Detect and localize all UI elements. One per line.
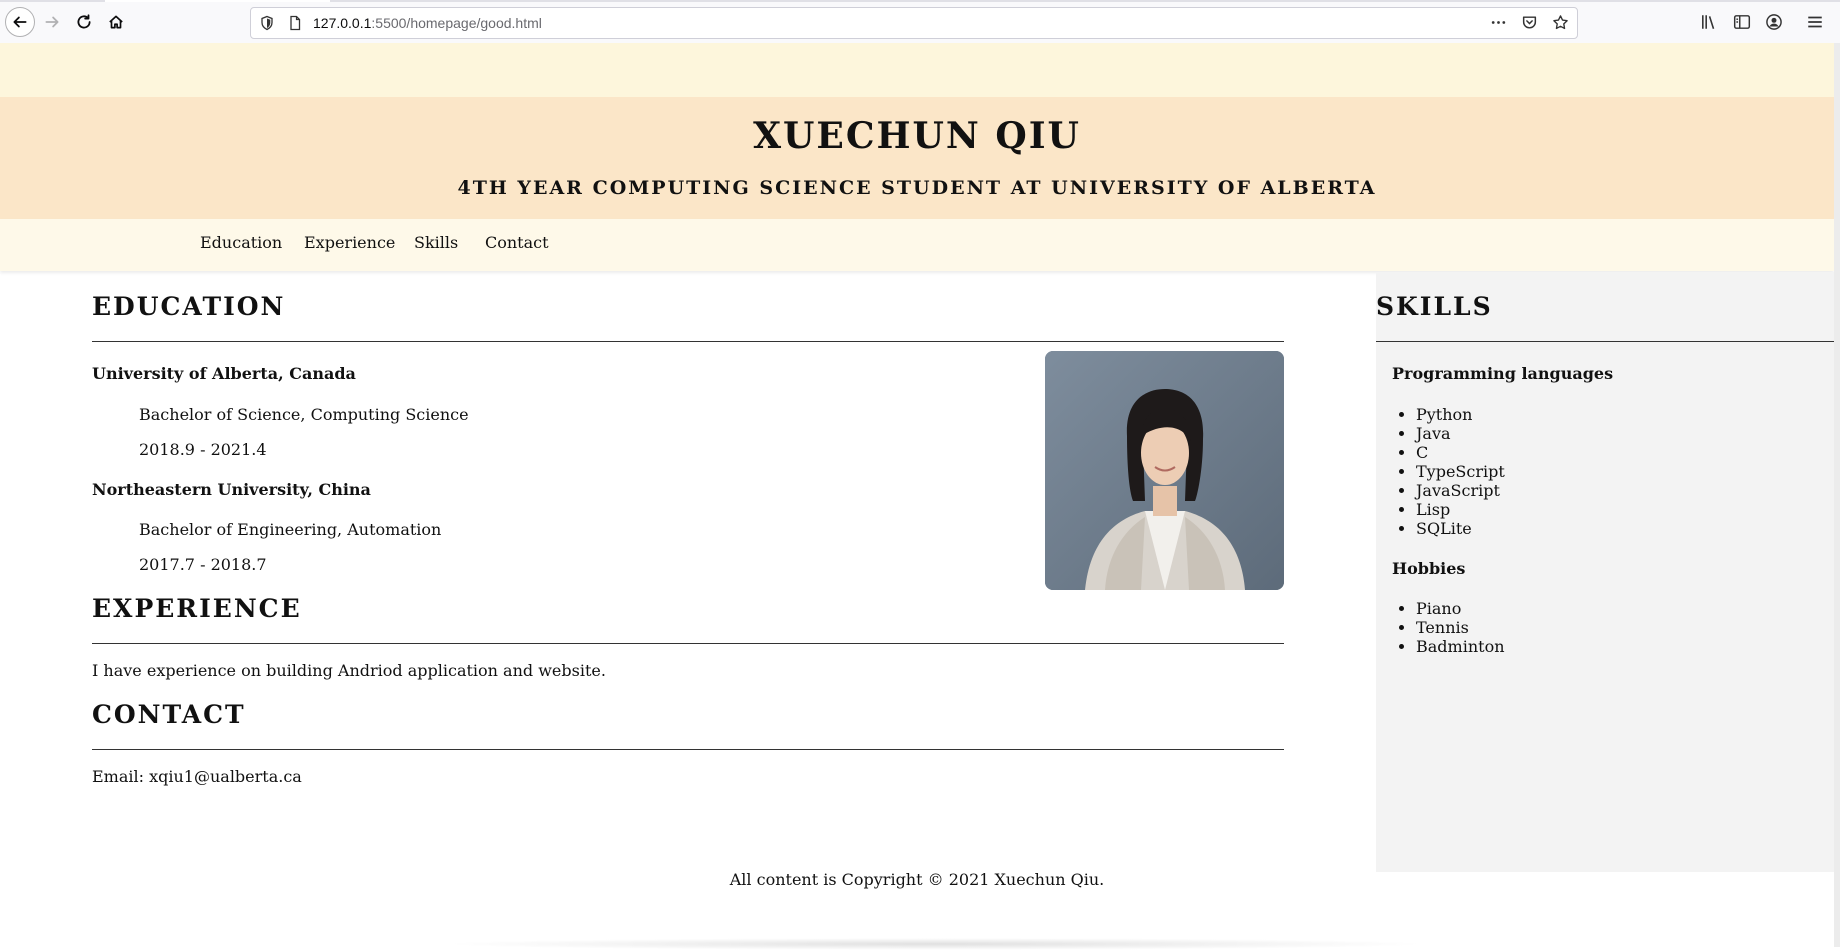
account-button[interactable] (1765, 13, 1783, 31)
site-name: XUECHUN QIU (753, 115, 1081, 157)
top-band (0, 43, 1834, 97)
school-dates: 2017.7 - 2018.7 (139, 555, 267, 574)
page-scrollbar[interactable] (1834, 43, 1840, 947)
school-degree: Bachelor of Science, Computing Science (139, 405, 469, 424)
education-divider (92, 341, 1284, 342)
skills-sidebar: SKILLS Programming languages Python Java… (1376, 272, 1834, 872)
list-item: Lisp (1416, 500, 1505, 519)
bottom-shadow (440, 938, 1430, 950)
school-degree: Bachelor of Engineering, Automation (139, 520, 442, 539)
library-icon (1702, 15, 1715, 29)
url-host: 127.0.0.1 (313, 15, 372, 31)
account-icon (1766, 14, 1782, 30)
url-bar[interactable]: 127.0.0.1:5500/homepage/good.html (250, 7, 1578, 39)
list-item: C (1416, 443, 1505, 462)
sidebar-toggle-button[interactable] (1733, 13, 1751, 31)
url-path: :5500/homepage/good.html (371, 15, 542, 31)
list-item: SQLite (1416, 519, 1505, 538)
languages-list: Python Java C TypeScript JavaScript Lisp… (1392, 405, 1505, 538)
home-icon (109, 15, 123, 29)
contact-divider (92, 749, 1284, 750)
page-header: XUECHUN QIU 4TH YEAR COMPUTING SCIENCE S… (0, 97, 1834, 219)
page-info-icon[interactable] (287, 15, 303, 31)
list-item: Badminton (1416, 637, 1505, 656)
list-item: JavaScript (1416, 481, 1505, 500)
page-footer: All content is Copyright © 2021 Xuechun … (729, 870, 1105, 889)
reload-icon (77, 14, 91, 29)
contact-email: Email: xqiu1@ualberta.ca (92, 767, 302, 786)
reload-button[interactable] (70, 8, 98, 36)
tracking-shield-icon[interactable] (259, 15, 275, 31)
forward-arrow-icon (45, 16, 59, 28)
skills-heading: SKILLS (1376, 292, 1493, 321)
list-item: Java (1416, 424, 1505, 443)
bookmark-star-icon[interactable] (1552, 14, 1569, 31)
forward-button[interactable] (38, 8, 66, 36)
more-actions-icon[interactable] (1490, 14, 1507, 31)
back-button[interactable] (5, 7, 35, 37)
contact-heading: CONTACT (92, 700, 246, 729)
site-subtitle: 4TH YEAR COMPUTING SCIENCE STUDENT AT UN… (457, 177, 1377, 199)
skills-divider (1376, 341, 1834, 342)
list-item: TypeScript (1416, 462, 1505, 481)
hamburger-menu-icon (1808, 16, 1822, 28)
app-menu-button[interactable] (1806, 13, 1824, 31)
library-button[interactable] (1700, 13, 1718, 31)
education-heading: EDUCATION (92, 292, 286, 321)
nav-link-contact[interactable]: Contact (485, 233, 549, 252)
hobbies-heading: Hobbies (1392, 559, 1466, 578)
profile-photo (1045, 351, 1284, 590)
sidebar-icon (1733, 15, 1751, 29)
experience-heading: EXPERIENCE (92, 594, 302, 623)
pocket-icon[interactable] (1521, 14, 1538, 31)
list-item: Python (1416, 405, 1505, 424)
nav-link-education[interactable]: Education (200, 233, 282, 252)
tab-strip (0, 0, 1840, 2)
nav-link-experience[interactable]: Experience (304, 233, 395, 252)
experience-divider (92, 643, 1284, 644)
home-button[interactable] (102, 8, 130, 36)
back-arrow-icon (13, 16, 27, 28)
list-item: Tennis (1416, 618, 1505, 637)
hobbies-list: Piano Tennis Badminton (1392, 599, 1505, 656)
nav-link-skills[interactable]: Skills (414, 233, 458, 252)
site-nav: Education Experience Skills Contact (0, 219, 1834, 271)
list-item: Piano (1416, 599, 1505, 618)
portrait-image (1045, 351, 1284, 590)
school-name: Northeastern University, China (92, 480, 371, 499)
school-name: University of Alberta, Canada (92, 364, 356, 383)
browser-toolbar: 127.0.0.1:5500/homepage/good.html (0, 0, 1840, 44)
programming-languages-heading: Programming languages (1392, 364, 1614, 383)
experience-text: I have experience on building Andriod ap… (92, 661, 606, 680)
url-text[interactable]: 127.0.0.1:5500/homepage/good.html (313, 15, 542, 31)
school-dates: 2018.9 - 2021.4 (139, 440, 267, 459)
